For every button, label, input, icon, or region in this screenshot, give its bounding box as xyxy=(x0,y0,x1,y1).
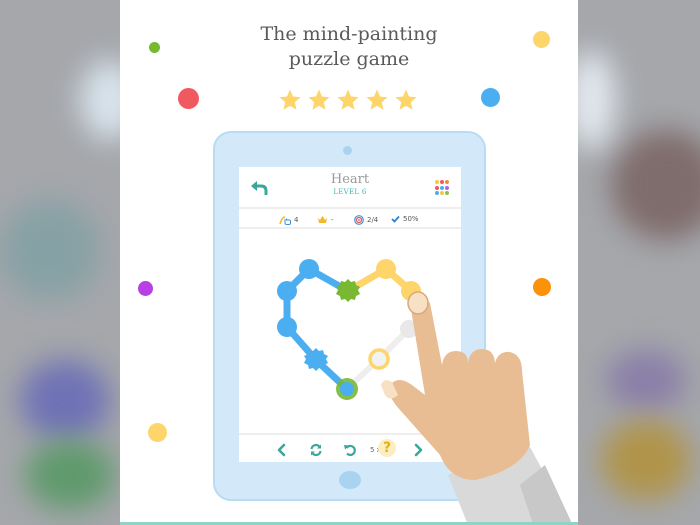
yellow-dot-top xyxy=(533,31,550,48)
red-dot xyxy=(178,88,199,109)
stat-crown: - xyxy=(317,215,334,224)
grid-dot xyxy=(435,185,439,190)
target-icon xyxy=(354,215,364,225)
star-icon xyxy=(308,89,330,110)
crown-value: - xyxy=(331,215,334,224)
tablet-camera xyxy=(343,146,352,155)
blur-blob xyxy=(576,50,616,150)
green-dot xyxy=(149,42,160,53)
targets-value: 2/4 xyxy=(367,216,379,224)
blue-path xyxy=(277,259,352,393)
progress-value: 50% xyxy=(403,215,419,223)
grid-dot xyxy=(445,180,449,184)
level-number: LEVEL 6 xyxy=(333,188,367,196)
yellow-dot-bottom xyxy=(148,423,167,442)
stats-bar: 4 - 2/4 50% xyxy=(239,211,461,229)
grid-dot xyxy=(445,191,449,196)
level-title: Heart xyxy=(330,172,370,187)
stat-progress: 50% xyxy=(391,215,419,223)
purple-dot xyxy=(138,281,153,296)
blur-blob xyxy=(0,200,100,300)
stat-targets: 2/4 xyxy=(354,215,378,225)
blur-blob xyxy=(606,350,686,410)
checkmark-icon xyxy=(391,215,400,223)
index-fingernail xyxy=(407,291,429,315)
blue-node[interactable] xyxy=(277,317,297,337)
refresh-icon[interactable] xyxy=(309,443,323,457)
tablet-home-button xyxy=(339,471,361,489)
pointing-hand-illustration xyxy=(381,291,573,525)
headline: The mind-painting puzzle game xyxy=(120,22,578,72)
star-icon xyxy=(395,89,417,110)
blur-blob xyxy=(611,130,700,240)
blurred-background-left xyxy=(0,0,122,525)
grid-dot xyxy=(440,185,444,190)
hand xyxy=(388,296,530,480)
blue-node[interactable] xyxy=(299,259,319,279)
blue-node[interactable] xyxy=(277,281,297,301)
undo-icon[interactable] xyxy=(343,443,357,457)
grid-dot xyxy=(440,180,444,184)
hand-drag-icon xyxy=(279,216,291,225)
game-topbar: Heart LEVEL 6 xyxy=(239,167,461,209)
blur-blob xyxy=(25,440,115,510)
level-grid-icon[interactable] xyxy=(435,180,451,196)
blur-blob xyxy=(20,360,110,440)
blue-dot xyxy=(481,88,500,107)
star-rating xyxy=(278,88,418,112)
headline-line-2: puzzle game xyxy=(288,48,410,70)
chevron-left-icon[interactable] xyxy=(275,443,289,457)
grid-dot xyxy=(445,185,449,190)
blurred-background-right xyxy=(576,0,700,525)
grid-dot xyxy=(440,191,444,196)
headline-line-1: The mind-painting xyxy=(260,23,438,45)
yellow-node[interactable] xyxy=(376,259,396,279)
blur-blob xyxy=(80,60,122,140)
grid-dot xyxy=(435,180,439,184)
crown-icon xyxy=(318,216,327,223)
star-icon xyxy=(366,89,388,110)
stat-moves: 4 xyxy=(279,215,298,225)
star-icon xyxy=(337,89,359,110)
blur-blob xyxy=(601,420,691,500)
moves-count: 4 xyxy=(294,216,299,224)
star-icon xyxy=(279,89,301,110)
blue-start-node[interactable] xyxy=(340,382,354,396)
grid-dot xyxy=(435,191,439,196)
promo-panel: The mind-painting puzzle game Heart LEVE… xyxy=(120,0,578,525)
